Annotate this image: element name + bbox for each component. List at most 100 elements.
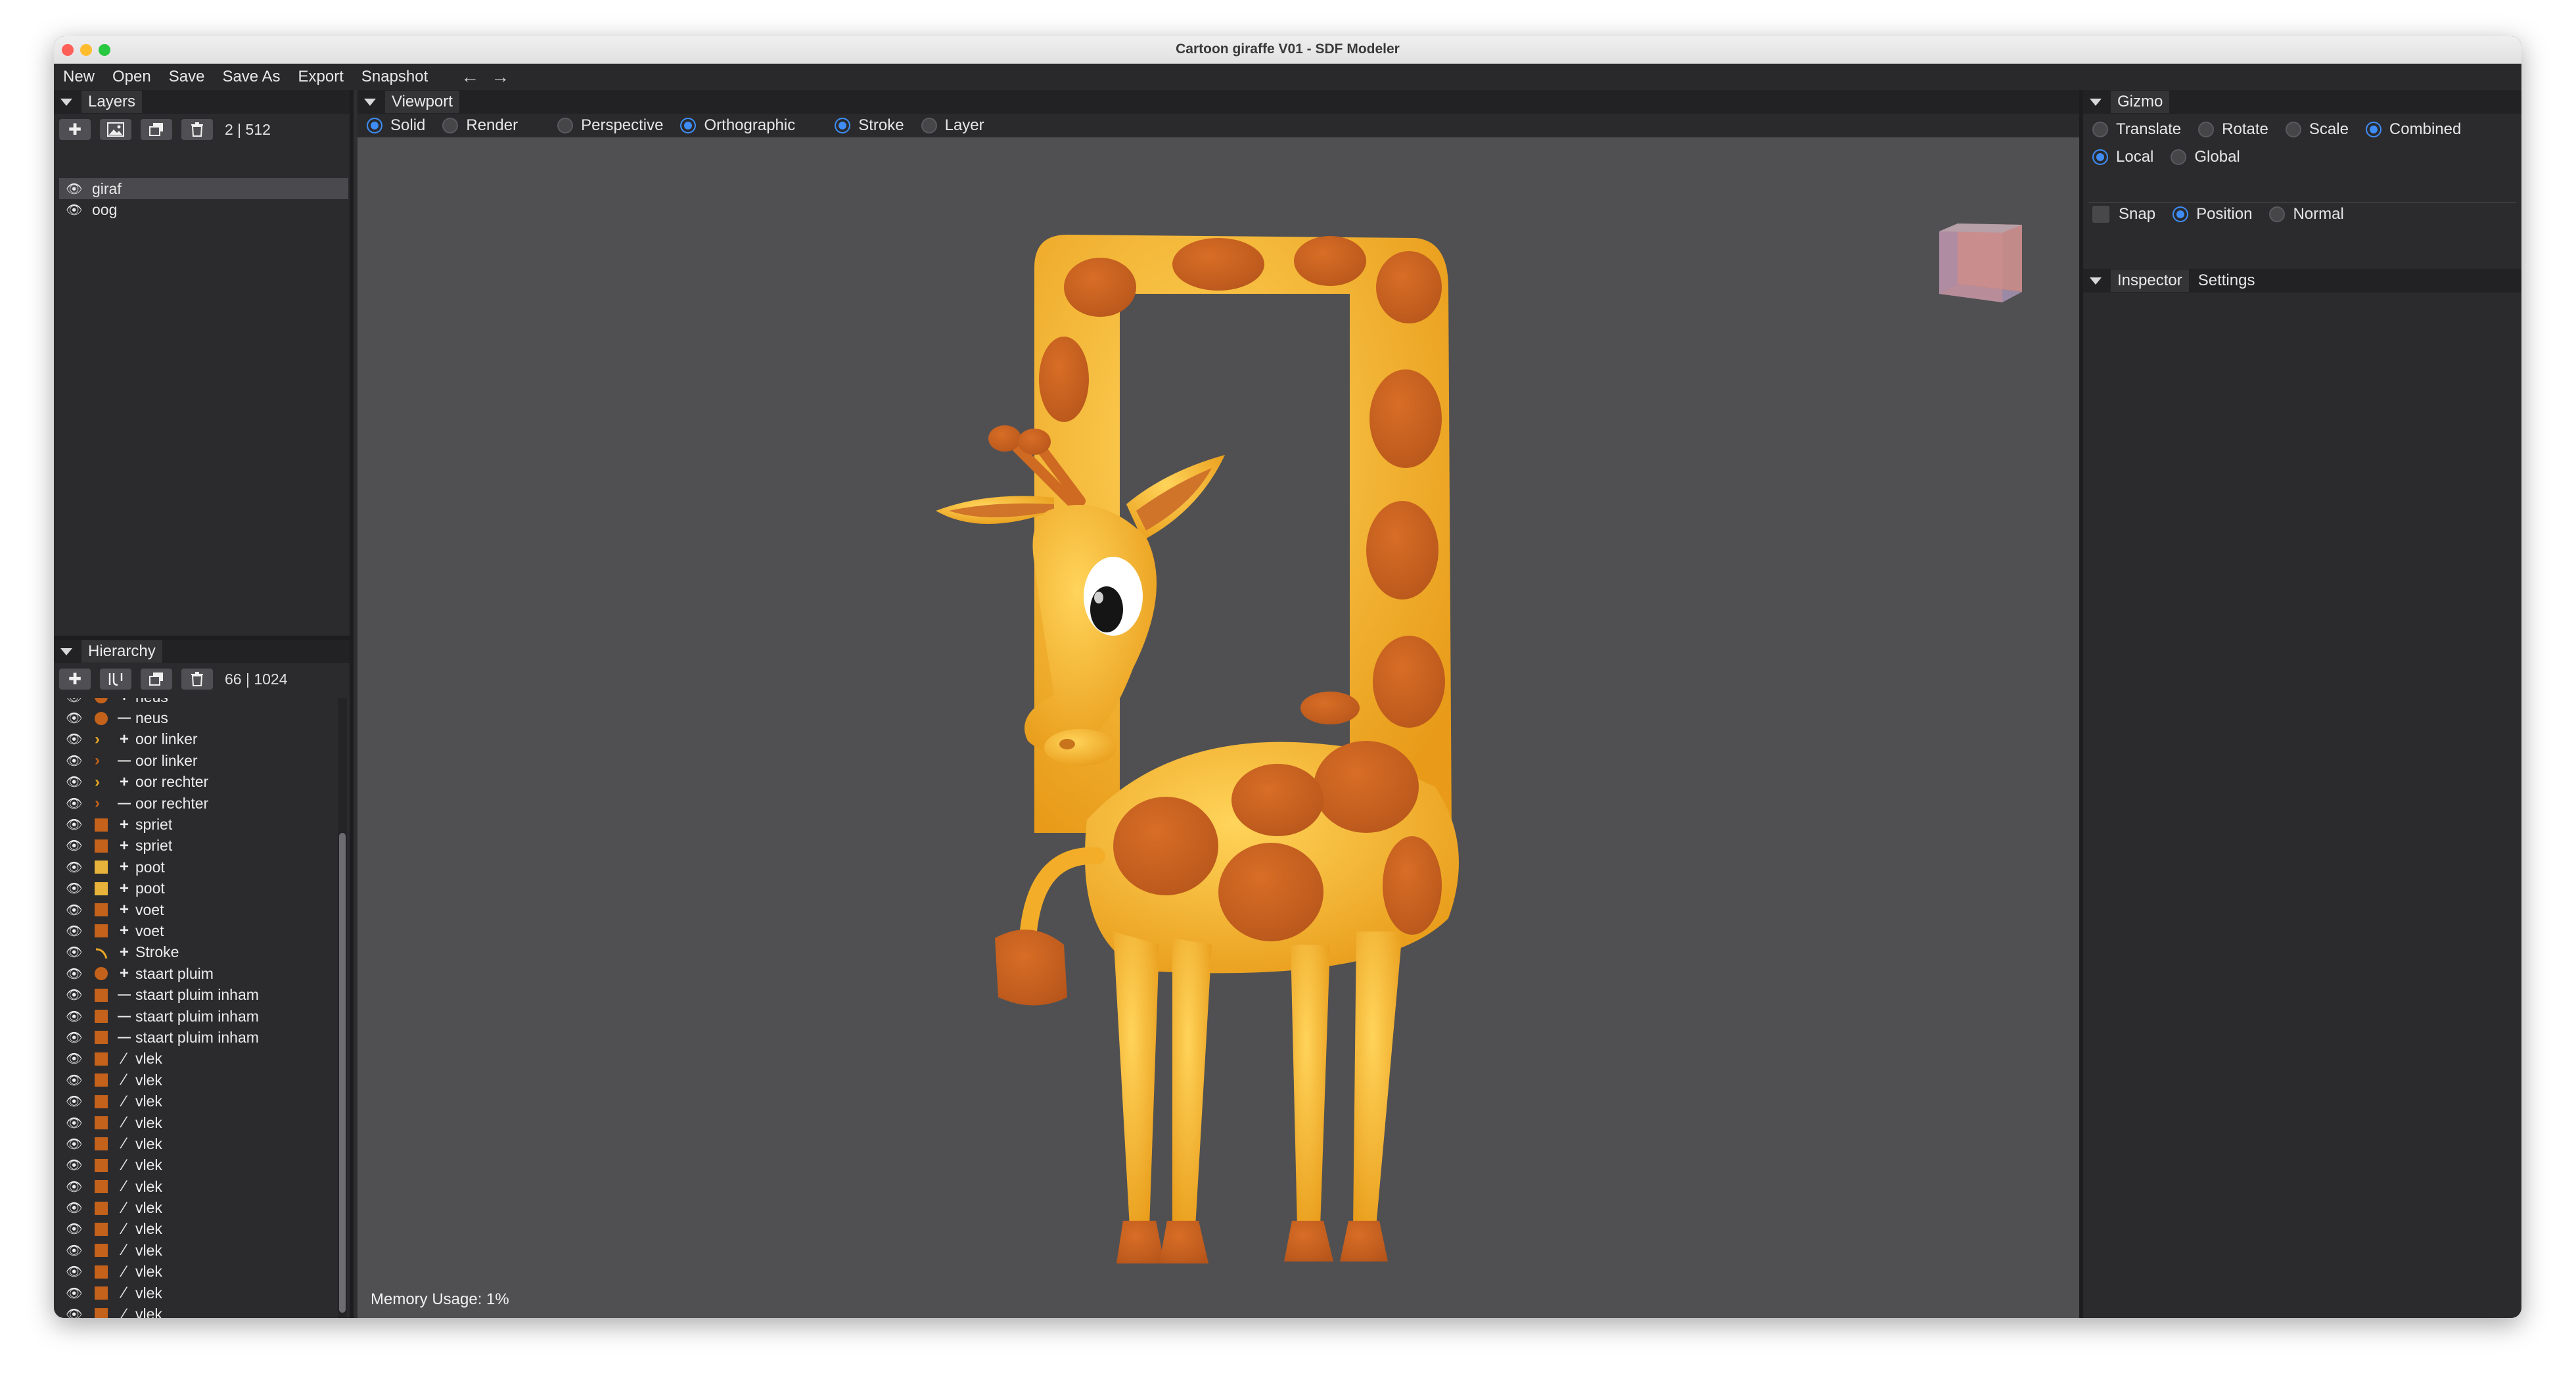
hierarchy-row[interactable]: 👁 › — oor linker: [59, 750, 335, 771]
delete-node-button[interactable]: [181, 669, 213, 690]
eye-icon[interactable]: 👁: [66, 966, 95, 982]
eye-icon[interactable]: 👁: [66, 1008, 95, 1025]
hierarchy-row[interactable]: 👁 + poot: [59, 857, 335, 878]
eye-icon[interactable]: 👁: [66, 1093, 95, 1110]
eye-icon[interactable]: 👁: [66, 1200, 95, 1216]
eye-icon[interactable]: 👁: [66, 816, 95, 833]
menu-new[interactable]: New: [63, 68, 95, 86]
hierarchy-row[interactable]: 👁 — staart pluim inham: [59, 984, 335, 1005]
hierarchy-row[interactable]: 👁 › + oor linker: [59, 729, 335, 750]
eye-icon[interactable]: 👁: [66, 795, 95, 812]
eye-icon[interactable]: 👁: [66, 1115, 95, 1131]
eye-icon[interactable]: 👁: [66, 1242, 95, 1259]
radio-combined[interactable]: Combined: [2365, 120, 2461, 139]
menu-export[interactable]: Export: [298, 68, 344, 86]
hierarchy-row[interactable]: 👁 + neus: [59, 698, 335, 707]
menu-save-as[interactable]: Save As: [222, 68, 280, 86]
eye-icon[interactable]: 👁: [66, 1029, 95, 1046]
hierarchy-row[interactable]: 👁 — staart pluim inham: [59, 1006, 335, 1027]
layers-header[interactable]: Layers: [54, 90, 350, 114]
eye-icon[interactable]: 👁: [66, 880, 95, 897]
scrollbar-thumb[interactable]: [339, 833, 346, 1313]
hierarchy-row[interactable]: 👁 ∕ vlek: [59, 1070, 335, 1091]
tab-settings[interactable]: Settings: [2198, 271, 2255, 290]
hierarchy-row[interactable]: 👁 ∕ vlek: [59, 1133, 335, 1154]
gizmo-header[interactable]: Gizmo: [2083, 90, 2521, 114]
menu-snapshot[interactable]: Snapshot: [361, 68, 428, 86]
hierarchy-row[interactable]: 👁 ∕ vlek: [59, 1283, 335, 1304]
duplicate-node-button[interactable]: [141, 669, 172, 690]
hierarchy-row[interactable]: 👁 › + oor rechter: [59, 772, 335, 793]
eye-icon[interactable]: 👁: [66, 1263, 95, 1280]
hierarchy-row[interactable]: 👁 ∕ vlek: [59, 1176, 335, 1197]
eye-icon[interactable]: 👁: [66, 1221, 95, 1237]
hierarchy-row[interactable]: 👁 + Stroke: [59, 942, 335, 963]
eye-icon[interactable]: 👁: [66, 1050, 95, 1067]
hierarchy-row[interactable]: 👁 + voet: [59, 920, 335, 941]
giraffe-model-render[interactable]: [357, 90, 2079, 1318]
eye-icon[interactable]: 👁: [66, 1306, 95, 1318]
hierarchy-row[interactable]: 👁 ∕ vlek: [59, 1304, 335, 1318]
eye-icon[interactable]: 👁: [66, 944, 95, 960]
hierarchy-row[interactable]: 👁 + poot: [59, 878, 335, 899]
eye-icon[interactable]: 👁: [66, 902, 95, 918]
hierarchy-row[interactable]: 👁 ∕ vlek: [59, 1112, 335, 1133]
menu-open[interactable]: Open: [112, 68, 151, 86]
eye-icon[interactable]: 👁: [66, 181, 92, 197]
hierarchy-row[interactable]: 👁 ∕ vlek: [59, 1261, 335, 1283]
eye-icon[interactable]: 👁: [66, 202, 92, 218]
eye-icon[interactable]: 👁: [66, 1072, 95, 1089]
hierarchy-row[interactable]: 👁 ∕ vlek: [59, 1219, 335, 1240]
collapse-triangle-icon[interactable]: [60, 98, 72, 106]
hierarchy-row[interactable]: 👁 + spriet: [59, 836, 335, 857]
collapse-triangle-icon[interactable]: [2090, 98, 2102, 106]
hierarchy-row[interactable]: 👁 — staart pluim inham: [59, 1027, 335, 1048]
viewport-panel[interactable]: Viewport Solid Render Perspective Orthog…: [357, 90, 2079, 1318]
arrow-left-icon[interactable]: ←: [461, 66, 479, 87]
eye-icon[interactable]: 👁: [66, 710, 95, 726]
eye-icon[interactable]: 👁: [66, 859, 95, 876]
hierarchy-row[interactable]: 👁 ∕ vlek: [59, 1155, 335, 1176]
hierarchy-scrollbar[interactable]: [338, 698, 347, 1318]
eye-icon[interactable]: 👁: [66, 837, 95, 854]
eye-icon[interactable]: 👁: [66, 698, 95, 705]
add-layer-button[interactable]: ✚: [59, 119, 91, 140]
hierarchy-row[interactable]: 👁 + voet: [59, 899, 335, 920]
layer-item-oog[interactable]: 👁 oog: [59, 199, 348, 220]
eye-icon[interactable]: 👁: [66, 923, 95, 939]
hierarchy-row[interactable]: 👁 ∕ vlek: [59, 1049, 335, 1070]
eye-icon[interactable]: 👁: [66, 731, 95, 747]
hierarchy-row[interactable]: 👁 + spriet: [59, 814, 335, 835]
add-node-button[interactable]: ✚: [59, 669, 91, 690]
group-node-button[interactable]: [100, 669, 131, 690]
add-image-layer-button[interactable]: [100, 119, 131, 140]
duplicate-layer-button[interactable]: [141, 119, 172, 140]
eye-icon[interactable]: 👁: [66, 987, 95, 1003]
eye-icon[interactable]: 👁: [66, 774, 95, 790]
hierarchy-header[interactable]: Hierarchy: [54, 640, 350, 663]
radio-global[interactable]: Global: [2171, 148, 2240, 166]
eye-icon[interactable]: 👁: [66, 1179, 95, 1195]
eye-icon[interactable]: 👁: [66, 1136, 95, 1152]
radio-translate[interactable]: Translate: [2092, 120, 2181, 139]
layer-item-giraf[interactable]: 👁 giraf: [59, 178, 348, 199]
hierarchy-row[interactable]: 👁 + staart pluim: [59, 963, 335, 984]
arrow-right-icon[interactable]: →: [491, 66, 509, 87]
delete-layer-button[interactable]: [181, 119, 213, 140]
hierarchy-row[interactable]: 👁 ∕ vlek: [59, 1197, 335, 1218]
hierarchy-row[interactable]: 👁 › — oor rechter: [59, 793, 335, 814]
hierarchy-row[interactable]: 👁 — neus: [59, 707, 335, 728]
collapse-triangle-icon[interactable]: [2090, 277, 2102, 285]
radio-rotate[interactable]: Rotate: [2198, 120, 2268, 139]
hierarchy-row[interactable]: 👁 ∕ vlek: [59, 1240, 335, 1261]
eye-icon[interactable]: 👁: [66, 1157, 95, 1173]
collapse-triangle-icon[interactable]: [60, 648, 72, 655]
hierarchy-row[interactable]: 👁 ∕ vlek: [59, 1091, 335, 1112]
tab-inspector[interactable]: Inspector: [2111, 270, 2189, 292]
radio-local[interactable]: Local: [2092, 148, 2153, 166]
radio-normal[interactable]: Normal: [2269, 205, 2344, 224]
snap-checkbox[interactable]: [2092, 206, 2109, 223]
eye-icon[interactable]: 👁: [66, 753, 95, 769]
eye-icon[interactable]: 👁: [66, 1285, 95, 1302]
radio-position[interactable]: Position: [2173, 205, 2252, 224]
